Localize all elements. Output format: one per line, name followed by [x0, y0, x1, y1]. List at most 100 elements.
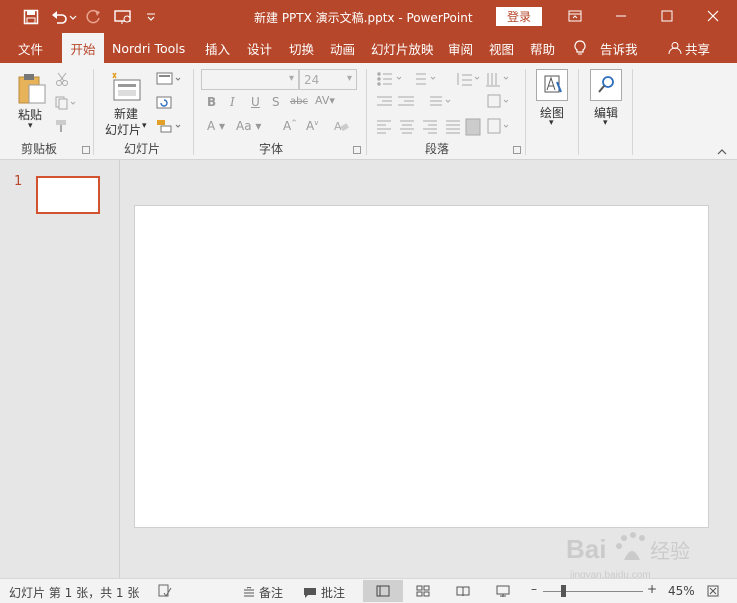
cut-icon[interactable] — [55, 72, 69, 89]
svg-text:Bai: Bai — [566, 534, 606, 564]
paragraph-group-label: 段落 — [425, 142, 450, 156]
reading-view-icon[interactable] — [456, 585, 470, 597]
tab-slideshow[interactable]: 幻灯片放映 — [371, 33, 434, 63]
notes-button[interactable]: 备注 — [243, 584, 283, 601]
increase-font-icon[interactable]: A^ — [283, 119, 297, 133]
new-slide-icon[interactable] — [110, 70, 142, 104]
group-separator — [525, 69, 526, 155]
paragraph-controls — [376, 71, 516, 140]
slide-sorter-icon[interactable] — [416, 585, 430, 597]
slideshow-view-icon[interactable] — [496, 585, 510, 597]
status-bar: 幻灯片 第 1 张，共 1 张 备注 批注 – + 45% — [0, 578, 737, 603]
chevron-down-icon[interactable]: ▾ — [347, 73, 352, 84]
font-group-label: 字体 — [259, 142, 284, 156]
paste-icon[interactable] — [16, 71, 48, 105]
workspace: 1 — [0, 160, 737, 578]
font-size-value: 24 — [304, 73, 320, 87]
minimize-icon[interactable] — [606, 4, 636, 28]
slide-info: 幻灯片 第 1 张，共 1 张 — [9, 586, 140, 600]
paste-dropdown-icon[interactable]: ▾ — [28, 121, 33, 131]
share-label: 共享 — [685, 41, 711, 57]
login-button[interactable]: 登录 — [496, 7, 542, 26]
format-painter-icon[interactable] — [55, 119, 69, 136]
strikethrough-button[interactable]: abc — [290, 96, 308, 107]
lightbulb-icon — [574, 40, 586, 55]
clipboard-group-label: 剪贴板 — [21, 142, 58, 156]
group-separator — [578, 69, 579, 155]
spell-check-icon[interactable] — [158, 584, 172, 598]
italic-button[interactable]: I — [230, 95, 235, 109]
tab-transitions[interactable]: 切换 — [289, 33, 314, 63]
save-icon[interactable] — [20, 6, 42, 28]
drawing-icon[interactable] — [536, 69, 568, 101]
close-icon[interactable] — [698, 4, 728, 28]
chevron-down-icon[interactable]: ▾ — [289, 73, 294, 84]
tab-animations[interactable]: 动画 — [330, 33, 355, 63]
char-spacing-icon[interactable]: AV▾ — [315, 94, 335, 107]
tab-design[interactable]: 设计 — [247, 33, 272, 63]
slide-thumbnail[interactable] — [36, 176, 100, 214]
tab-help[interactable]: 帮助 — [530, 33, 555, 63]
find-icon[interactable] — [590, 69, 622, 101]
group-separator — [366, 69, 367, 155]
bold-button[interactable]: B — [207, 95, 216, 109]
paragraph-launcher-icon[interactable] — [513, 146, 521, 154]
tab-home[interactable]: 开始 — [62, 33, 104, 63]
clipboard-launcher-icon[interactable] — [82, 146, 90, 154]
zoom-slider-thumb[interactable] — [561, 585, 566, 597]
comments-label: 批注 — [321, 586, 346, 600]
tell-me-box[interactable]: 告诉我 — [573, 33, 638, 63]
slide-number: 1 — [14, 174, 23, 189]
baidu-watermark: Bai 经验 jingyan.baidu.com — [566, 526, 696, 586]
window-title: 新建 PPTX 演示文稿.pptx - PowerPoint — [254, 11, 473, 25]
clear-formatting-icon[interactable]: A — [333, 119, 349, 136]
notes-icon — [244, 586, 254, 596]
drawing-dropdown-icon[interactable]: ▾ — [549, 118, 554, 128]
present-from-start-icon[interactable] — [112, 6, 136, 28]
tab-view[interactable]: 视图 — [489, 33, 514, 63]
title-bar: 新建 PPTX 演示文稿.pptx - PowerPoint 登录 — [0, 0, 737, 33]
group-separator — [93, 69, 94, 155]
normal-view-icon — [376, 585, 390, 597]
slide-thumbnail-pane: 1 — [0, 160, 120, 578]
svg-text:经验: 经验 — [650, 539, 690, 563]
group-separator — [193, 69, 194, 155]
customize-qat-icon[interactable] — [143, 6, 159, 28]
tab-file[interactable]: 文件 — [18, 33, 43, 63]
new-slide-label-1[interactable]: 新建 — [114, 105, 138, 122]
notes-label: 备注 — [259, 586, 284, 600]
comments-button[interactable]: 批注 — [303, 584, 345, 601]
group-separator — [632, 69, 633, 155]
font-name-combo[interactable]: ▾ — [201, 69, 299, 90]
font-launcher-icon[interactable] — [353, 146, 361, 154]
reset-slide-icon[interactable] — [156, 96, 172, 113]
copy-icon[interactable] — [55, 96, 77, 113]
decrease-font-icon[interactable]: Av — [306, 119, 318, 133]
font-color-icon[interactable]: A ▾ — [207, 119, 225, 133]
tab-review[interactable]: 审阅 — [448, 33, 473, 63]
fit-to-window-icon[interactable] — [707, 585, 719, 597]
collapse-ribbon-icon[interactable] — [717, 145, 727, 159]
change-case-icon[interactable]: Aa ▾ — [236, 119, 261, 133]
maximize-icon[interactable] — [652, 4, 682, 28]
ribbon-display-options-icon[interactable] — [560, 4, 590, 28]
layout-icon[interactable] — [156, 72, 182, 89]
new-slide-label-2[interactable]: 幻灯片 — [105, 121, 141, 138]
shadow-button[interactable]: S — [272, 95, 280, 109]
editing-dropdown-icon[interactable]: ▾ — [603, 118, 608, 128]
new-slide-dropdown-icon[interactable]: ▾ — [142, 121, 147, 131]
tab-nordri-tools[interactable]: Nordri Tools — [112, 33, 185, 63]
section-icon[interactable] — [156, 119, 182, 136]
share-button[interactable]: 共享 — [668, 33, 710, 63]
tab-insert[interactable]: 插入 — [205, 33, 230, 63]
undo-icon[interactable] — [49, 6, 79, 28]
redo-icon[interactable] — [84, 6, 104, 28]
font-size-combo[interactable]: 24 ▾ — [299, 69, 357, 90]
zoom-out-button[interactable]: – — [531, 582, 537, 596]
zoom-level[interactable]: 45% — [668, 584, 695, 598]
normal-view-button[interactable] — [363, 580, 403, 602]
zoom-in-button[interactable]: + — [647, 582, 657, 596]
slide-canvas[interactable] — [134, 205, 709, 528]
zoom-slider[interactable] — [543, 591, 643, 592]
underline-button[interactable]: U — [251, 95, 260, 109]
